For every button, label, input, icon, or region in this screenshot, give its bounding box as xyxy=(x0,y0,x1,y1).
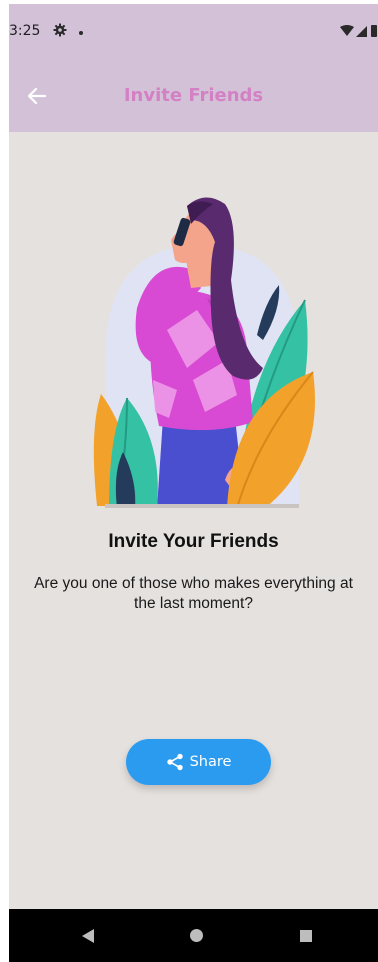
nav-home-icon[interactable] xyxy=(190,929,203,942)
battery-icon xyxy=(371,25,377,37)
app-bar: Invite Friends xyxy=(9,60,378,132)
page-title: Invite Friends xyxy=(123,85,264,106)
system-nav-bar xyxy=(9,909,378,962)
share-icon xyxy=(166,753,183,771)
share-button[interactable]: Share xyxy=(126,739,271,785)
nav-recents-icon[interactable] xyxy=(300,930,312,942)
app-screen: 3:25 Invite Friends Invite Your Friends … xyxy=(9,4,378,962)
woman-on-phone-illustration xyxy=(93,197,315,509)
status-time: 3:25 xyxy=(9,23,41,39)
system-status-icons xyxy=(340,25,377,37)
nav-back-icon[interactable] xyxy=(81,928,95,944)
status-bar: 3:25 xyxy=(9,4,378,60)
invite-description: Are you one of those who makes everythin… xyxy=(34,575,353,612)
notification-dot-icon xyxy=(79,31,83,35)
wifi-icon xyxy=(340,25,354,36)
signal-icon xyxy=(356,26,367,37)
gear-icon xyxy=(53,23,67,37)
invite-heading: Invite Your Friends xyxy=(108,531,279,552)
share-button-label: Share xyxy=(189,754,232,770)
